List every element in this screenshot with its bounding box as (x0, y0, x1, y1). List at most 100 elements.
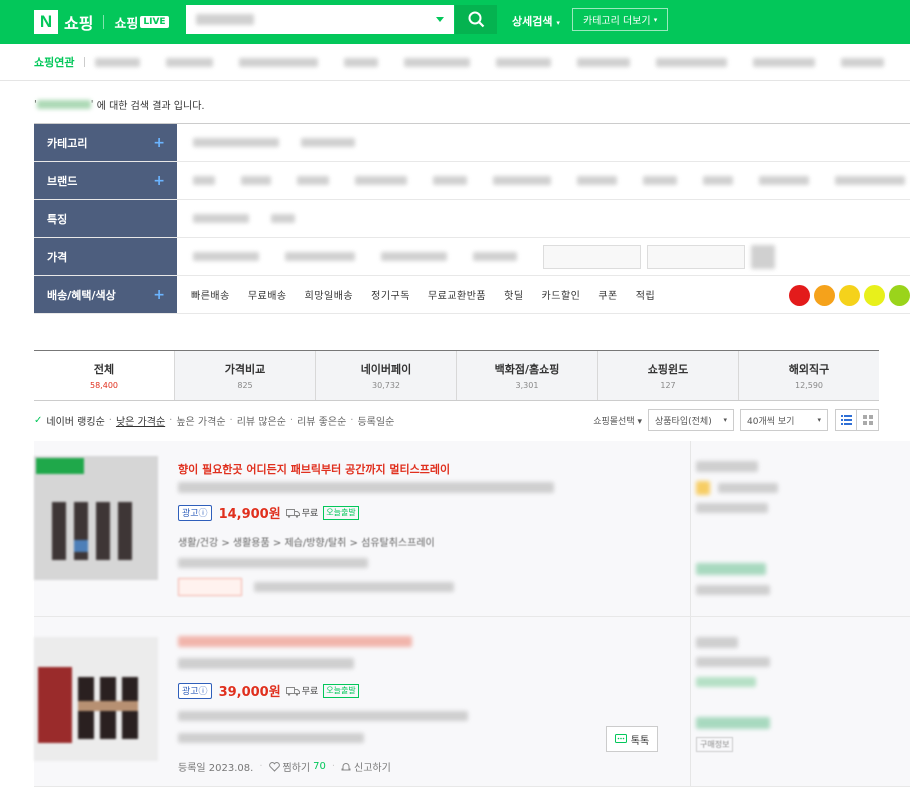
filter-option[interactable] (759, 176, 809, 185)
sort-ranking[interactable]: 네이버 랭킹순 (46, 413, 104, 428)
related-item[interactable] (656, 57, 727, 67)
filter-row-delivery: 배송/혜택/색상 + 빠른배송 무료배송 희망일배송 정기구독 무료교환반품 핫딜… (34, 276, 910, 314)
delivery-option[interactable]: 희망일배송 (305, 287, 354, 302)
price-range-option[interactable] (381, 252, 447, 261)
tab-overseas[interactable]: 해외직구 12,590 (738, 351, 879, 400)
category-path[interactable]: 생활/건강 > 생활용품 > 제습/방향/탈취 > 섬유탈취스프레이 (178, 534, 435, 549)
product-type-select[interactable]: 상품타입(전체) ▾ (648, 409, 734, 431)
filter-option[interactable] (703, 176, 733, 185)
product-headline[interactable]: 향이 필요한곳 어디든지 패브릭부터 공간까지 멀티스프레이 (178, 461, 450, 477)
color-swatch[interactable] (839, 284, 860, 306)
filter-option[interactable] (643, 176, 677, 185)
related-item[interactable] (238, 57, 318, 67)
filter-option[interactable] (193, 214, 249, 223)
ad-badge[interactable]: 광고ⓘ (178, 682, 212, 699)
per-page-select[interactable]: 40개씩 보기 ▾ (740, 409, 828, 431)
related-item[interactable] (495, 57, 551, 67)
delivery-option[interactable]: 무료배송 (248, 287, 287, 302)
shopping-logo-text[interactable]: 쇼핑 (64, 10, 93, 34)
product-title[interactable] (178, 482, 554, 493)
sort-low-price[interactable]: 낮은 가격순 (116, 413, 165, 428)
filter-option[interactable] (297, 176, 329, 185)
delivery-option[interactable]: 정기구독 (371, 287, 410, 302)
related-item[interactable] (166, 57, 213, 67)
shopping-live-link[interactable]: 쇼핑 (114, 13, 138, 32)
price-max-input[interactable] (647, 244, 745, 269)
color-swatch[interactable] (814, 284, 835, 306)
price-apply-button[interactable] (751, 244, 775, 269)
product-spec (178, 733, 364, 743)
delivery-option[interactable]: 적립 (636, 287, 655, 302)
color-swatch[interactable] (889, 284, 910, 306)
search-dropdown-icon[interactable] (436, 17, 444, 22)
filter-option[interactable] (193, 138, 279, 147)
search-button[interactable] (455, 5, 497, 34)
related-item[interactable] (95, 57, 141, 67)
filter-option[interactable] (577, 176, 617, 185)
filter-label-category[interactable]: 카테고리 + (34, 124, 177, 161)
tab-price-compare[interactable]: 가격비교 825 (174, 351, 315, 400)
tab-shopping-window[interactable]: 쇼핑윈도 127 (597, 351, 738, 400)
detail-search-link[interactable]: 상세검색 ▾ (512, 13, 560, 29)
delivery-option[interactable]: 쿠폰 (598, 287, 617, 302)
delivery-option[interactable]: 카드할인 (542, 287, 581, 302)
tab-department-store[interactable]: 백화점/홈쇼핑 3,301 (456, 351, 597, 400)
plus-icon[interactable]: + (153, 173, 165, 189)
plus-icon[interactable]: + (153, 135, 165, 151)
color-swatch[interactable] (789, 284, 810, 306)
price-range-option[interactable] (193, 252, 259, 261)
filter-label-price[interactable]: 가격 (34, 238, 177, 275)
product-thumbnail[interactable] (34, 456, 158, 580)
sort-high-price[interactable]: 높은 가격순 (176, 413, 225, 428)
zzim-button[interactable]: 찜하기 (283, 759, 311, 774)
report-button[interactable]: 신고하기 (354, 759, 391, 774)
delivery-option[interactable]: 핫딜 (504, 287, 523, 302)
price-min-input[interactable] (543, 244, 641, 269)
color-swatch[interactable] (864, 284, 885, 306)
product-thumbnail[interactable] (34, 637, 158, 761)
filter-label-brand[interactable]: 브랜드 + (34, 162, 177, 199)
list-view-button[interactable] (835, 409, 857, 431)
filter-option[interactable] (493, 176, 551, 185)
filter-option[interactable] (301, 138, 355, 147)
filter-option[interactable] (433, 176, 467, 185)
filter-label-feature[interactable]: 특징 (34, 200, 177, 237)
price-range-option[interactable] (473, 252, 517, 261)
filter-option[interactable] (355, 176, 407, 185)
ad-badge[interactable]: 광고ⓘ (178, 504, 212, 521)
related-item[interactable] (752, 57, 815, 67)
related-item[interactable] (343, 57, 379, 67)
price-range-option[interactable] (285, 252, 355, 261)
mall-name[interactable] (696, 461, 758, 472)
filter-label-delivery[interactable]: 배송/혜택/색상 + (34, 276, 177, 313)
mall-grade-icon (696, 481, 710, 495)
mall-select[interactable]: 쇼핑몰선택 ▾ (593, 414, 642, 427)
filter-option[interactable] (271, 214, 295, 223)
talk-button[interactable]: 톡톡 (606, 726, 658, 752)
bell-icon[interactable] (341, 762, 351, 772)
heart-icon[interactable] (268, 761, 280, 772)
category-path[interactable] (178, 711, 468, 721)
naver-logo-icon[interactable]: N (34, 10, 58, 34)
filter-option[interactable] (193, 176, 215, 185)
filter-option[interactable] (241, 176, 271, 185)
related-item[interactable] (840, 57, 884, 67)
tab-all[interactable]: 전체 58,400 (34, 351, 174, 400)
filter-option[interactable] (835, 176, 905, 185)
sort-review-many[interactable]: 리뷰 많은순 (237, 413, 286, 428)
product-headline[interactable] (178, 636, 412, 647)
tab-naver-pay[interactable]: 네이버페이 30,732 (315, 351, 456, 400)
related-item[interactable] (404, 57, 470, 67)
grid-view-button[interactable] (857, 409, 879, 431)
delivery-option[interactable]: 무료교환반품 (428, 287, 486, 302)
category-more-button[interactable]: 카테고리 더보기 ▾ (572, 8, 669, 31)
delivery-option[interactable]: 빠른배송 (191, 287, 230, 302)
mall-grade (696, 657, 770, 667)
live-badge[interactable]: LIVE (140, 16, 169, 28)
plus-icon[interactable]: + (153, 287, 165, 303)
related-item[interactable] (576, 57, 631, 67)
mall-name[interactable] (696, 637, 738, 648)
sort-registered[interactable]: 등록일순 (357, 413, 394, 428)
sort-review-good[interactable]: 리뷰 좋은순 (297, 413, 346, 428)
product-title[interactable] (178, 658, 354, 669)
